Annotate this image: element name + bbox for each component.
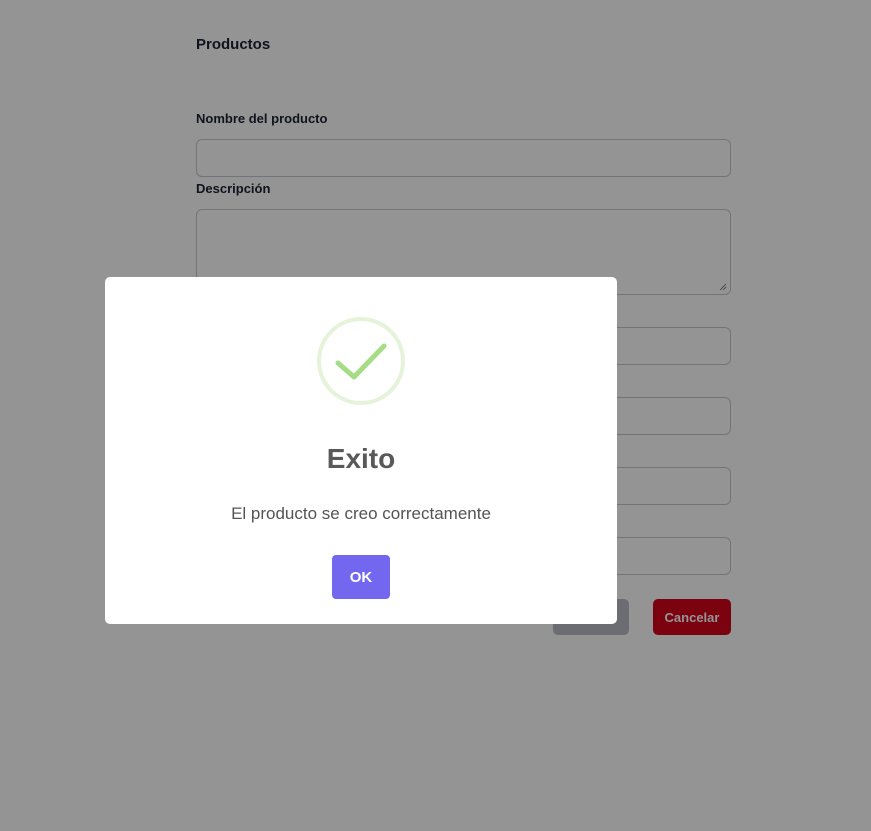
ok-button[interactable]: OK: [332, 555, 390, 599]
dialog-title: Exito: [326, 443, 396, 474]
success-dialog: Exito El producto se creo correctamente …: [105, 277, 617, 624]
check-circle-icon: [317, 317, 405, 405]
dialog-message: El producto se creo correctamente: [231, 504, 491, 523]
